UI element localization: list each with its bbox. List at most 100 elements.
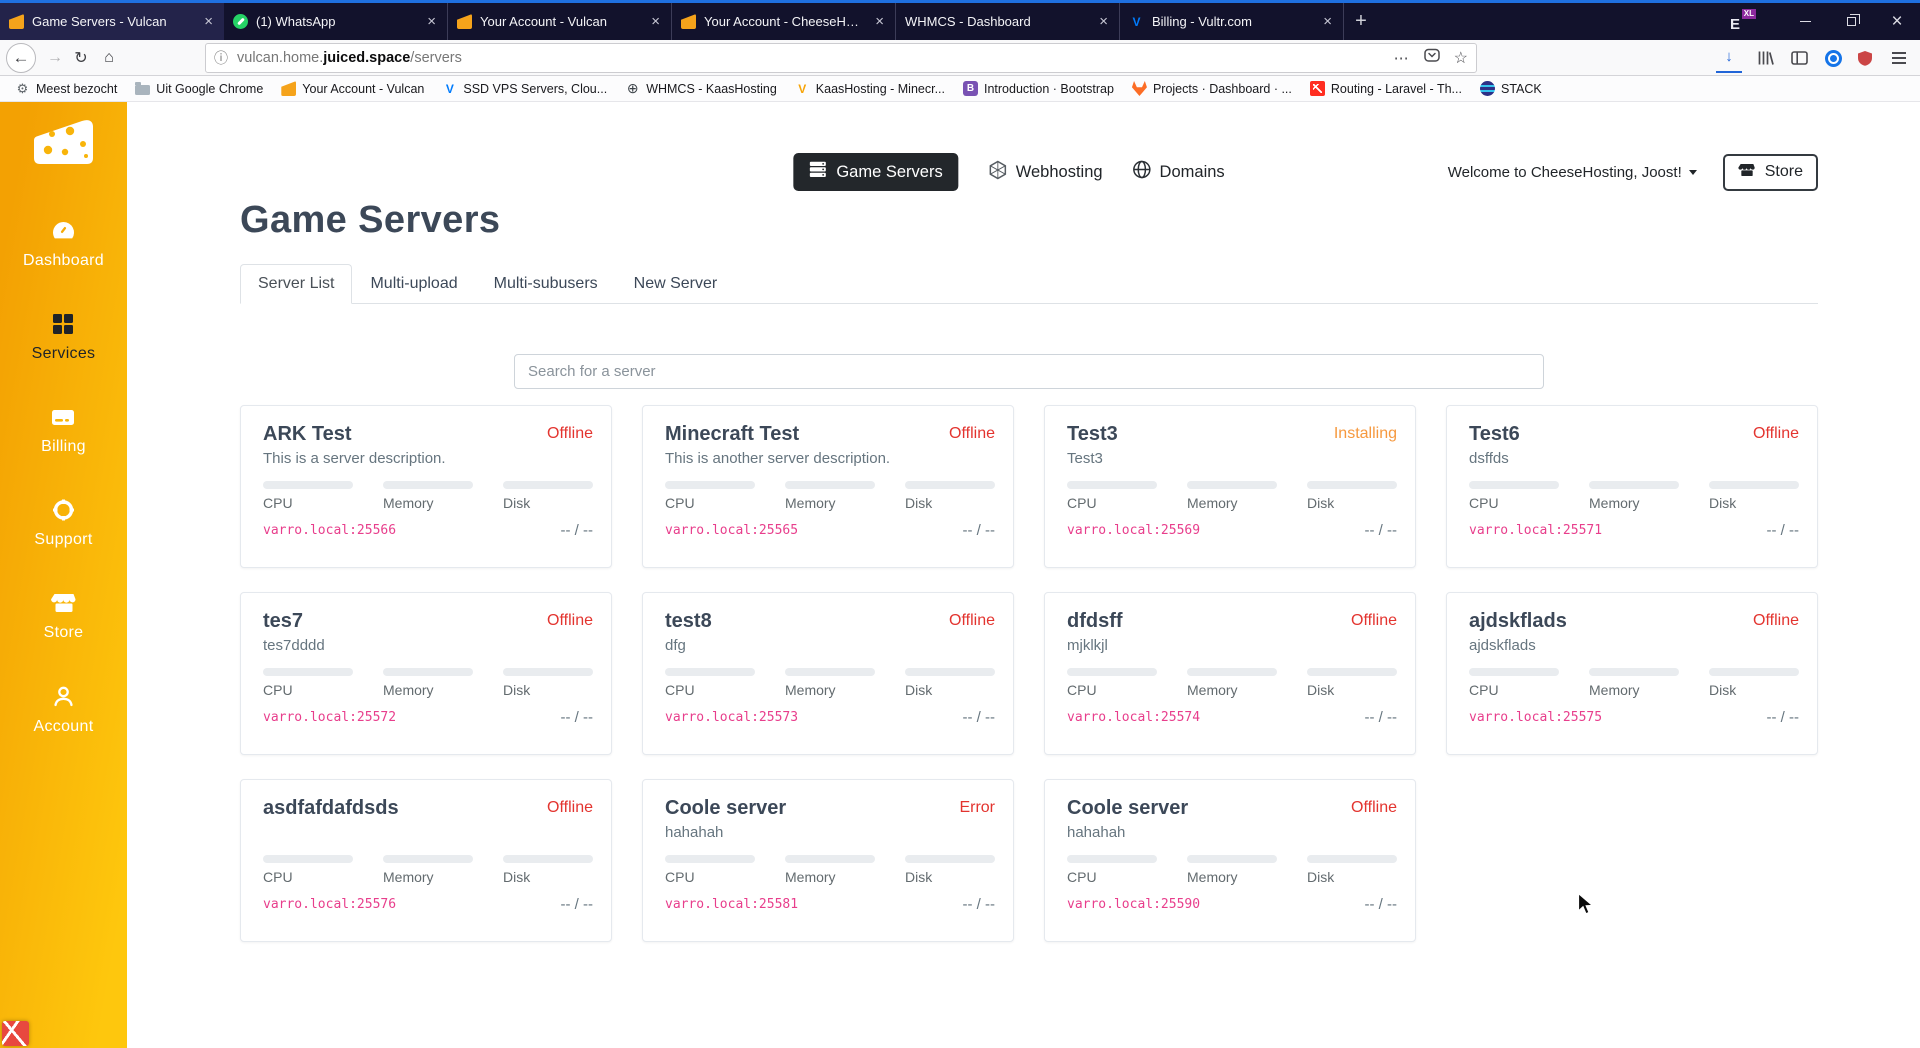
memory-label: Memory: [1589, 495, 1640, 511]
bookmark-item[interactable]: Routing - Laravel - Th...: [1303, 79, 1469, 98]
bookmark-item[interactable]: STACK: [1473, 79, 1549, 98]
browser-tab[interactable]: Game Servers - Vulcan ×: [0, 3, 224, 40]
server-card[interactable]: dfdsff Offline mjklkjl CPU Memory Disk v…: [1044, 592, 1416, 755]
server-card[interactable]: Coole server Error hahahah CPU Memory Di…: [642, 779, 1014, 942]
page-tab[interactable]: Multi-subusers: [476, 264, 616, 304]
memory-label: Memory: [1187, 682, 1238, 698]
server-name: asdfafdafdsds: [263, 797, 399, 819]
cheesehosting-logo-icon[interactable]: [31, 118, 97, 173]
bookmark-item[interactable]: Introduction · Bootstrap: [956, 79, 1121, 98]
reload-icon[interactable]: ↻: [66, 43, 96, 73]
pocket-icon[interactable]: [1423, 48, 1440, 68]
disk-progress-bar: [905, 481, 995, 489]
restore-button[interactable]: [1828, 3, 1874, 40]
new-tab-button[interactable]: +: [1344, 3, 1378, 40]
server-status-badge: Offline: [1753, 612, 1799, 629]
tab-close-icon[interactable]: ×: [425, 14, 438, 29]
bookmark-item[interactable]: Your Account - Vulcan: [274, 79, 431, 98]
browser-tab[interactable]: Billing - Vultr.com ×: [1120, 3, 1344, 40]
memory-stat: Memory: [785, 481, 875, 511]
downloads-icon[interactable]: ↓: [1716, 43, 1742, 73]
disk-stat: Disk: [1709, 481, 1799, 511]
tab-close-icon[interactable]: ×: [649, 14, 662, 29]
disk-progress-bar: [1307, 855, 1397, 863]
browser-tab[interactable]: Your Account - CheeseHosting ×: [672, 3, 896, 40]
bookmark-favicon: [135, 82, 151, 95]
tab-close-icon[interactable]: ×: [1321, 14, 1334, 29]
server-card[interactable]: Test6 Offline dsffds CPU Memory Disk var…: [1446, 405, 1818, 568]
nav-game-servers-button[interactable]: Game Servers: [793, 153, 959, 191]
minimize-button[interactable]: [1782, 3, 1828, 40]
cpu-progress-bar: [1469, 668, 1559, 676]
server-card[interactable]: ajdskflads Offline ajdskflads CPU Memory…: [1446, 592, 1818, 755]
tab-close-icon[interactable]: ×: [202, 14, 215, 29]
cpu-label: CPU: [1469, 682, 1499, 698]
home-icon[interactable]: ⌂: [94, 43, 124, 73]
top-nav-row: Game Servers Webhosting Domains Welcome …: [240, 153, 1818, 191]
welcome-dropdown[interactable]: Welcome to CheeseHosting, Joost!: [1448, 164, 1697, 181]
sidebar-item-billing[interactable]: Billing: [41, 405, 86, 456]
sidebar-item-support[interactable]: Support: [34, 498, 92, 549]
server-address: varro.local:25571: [1469, 523, 1603, 538]
server-description: mjklkjl: [1067, 637, 1108, 654]
sidebar-item-account[interactable]: Account: [34, 684, 94, 736]
cpu-label: CPU: [665, 495, 695, 511]
close-button[interactable]: [1874, 3, 1920, 40]
server-name: tes7: [263, 610, 304, 632]
server-card[interactable]: test8 Offline dfg CPU Memory Disk varro.…: [642, 592, 1014, 755]
url-bar[interactable]: ⓘ vulcan.home.juiced.space/servers ⋯ ☆: [205, 43, 1477, 73]
page-tab[interactable]: Multi-upload: [352, 264, 475, 304]
site-info-icon[interactable]: ⓘ: [214, 48, 228, 68]
app-sidebar: Dashboard Services Billing Support Store…: [0, 102, 127, 1048]
server-status-badge: Offline: [949, 425, 995, 442]
menu-hamburger-icon[interactable]: [1884, 43, 1914, 73]
server-stats: CPU Memory Disk: [263, 481, 593, 511]
onepassword-icon[interactable]: [1818, 43, 1848, 73]
server-card[interactable]: Minecraft Test Offline This is another s…: [642, 405, 1014, 568]
disk-progress-bar: [905, 668, 995, 676]
browser-tab[interactable]: Your Account - Vulcan ×: [448, 3, 672, 40]
sidebar-item-services[interactable]: Services: [32, 312, 96, 363]
page-title: Game Servers: [240, 199, 501, 241]
server-card[interactable]: asdfafdafdsds Offline CPU Memory Disk va…: [240, 779, 612, 942]
bookmark-item[interactable]: SSD VPS Servers, Clou...: [435, 79, 614, 98]
bookmark-item[interactable]: Uit Google Chrome: [128, 80, 270, 98]
sidebar-item-dashboard[interactable]: Dashboard: [23, 219, 104, 270]
server-card[interactable]: tes7 Offline tes7dddd CPU Memory Disk va…: [240, 592, 612, 755]
tab-close-icon[interactable]: ×: [1097, 14, 1110, 29]
main-content: Game Servers Webhosting Domains Welcome …: [127, 102, 1920, 1048]
search-input[interactable]: [514, 354, 1544, 389]
page-tab[interactable]: Server List: [240, 264, 353, 304]
cpu-stat: CPU: [1067, 481, 1157, 511]
sidebars-icon[interactable]: [1784, 43, 1814, 73]
nav-label: Domains: [1159, 162, 1225, 181]
tab-close-icon[interactable]: ×: [873, 14, 886, 29]
back-icon[interactable]: ←: [6, 43, 36, 73]
bookmark-star-icon[interactable]: ☆: [1454, 48, 1468, 68]
sidebar-item-store[interactable]: Store: [44, 591, 84, 642]
nav-webhosting-link[interactable]: Webhosting: [989, 160, 1103, 185]
bookmark-item[interactable]: Projects · Dashboard · ...: [1125, 79, 1299, 98]
server-stats: CPU Memory Disk: [1067, 668, 1397, 698]
bookmark-favicon: [15, 81, 30, 96]
cpu-label: CPU: [263, 495, 293, 511]
library-icon[interactable]: [1750, 43, 1780, 73]
browser-tab[interactable]: (1) WhatsApp ×: [224, 3, 448, 40]
ublock-shield-icon[interactable]: [1850, 43, 1880, 73]
server-card[interactable]: ARK Test Offline This is a server descri…: [240, 405, 612, 568]
download-preview-thumbnail[interactable]: [2, 1021, 29, 1046]
bookmark-item[interactable]: KaasHosting - Minecr...: [788, 79, 952, 98]
page-tab[interactable]: New Server: [616, 264, 736, 304]
server-card[interactable]: Coole server Offline hahahah CPU Memory …: [1044, 779, 1416, 942]
disk-label: Disk: [1307, 682, 1335, 698]
bookmark-item[interactable]: WHMCS - KaasHosting: [618, 79, 784, 98]
bookmark-item[interactable]: Meest bezocht: [8, 79, 124, 98]
page-actions-icon[interactable]: ⋯: [1394, 49, 1410, 67]
export-tabs-extension-icon[interactable]: E XL: [1730, 8, 1756, 33]
memory-label: Memory: [383, 495, 434, 511]
browser-tab[interactable]: WHMCS - Dashboard ×: [896, 3, 1120, 40]
server-card[interactable]: Test3 Installing Test3 CPU Memory Disk v…: [1044, 405, 1416, 568]
nav-domains-link[interactable]: Domains: [1133, 160, 1225, 184]
store-button[interactable]: Store: [1722, 153, 1818, 191]
ext-badge: XL: [1741, 8, 1756, 19]
